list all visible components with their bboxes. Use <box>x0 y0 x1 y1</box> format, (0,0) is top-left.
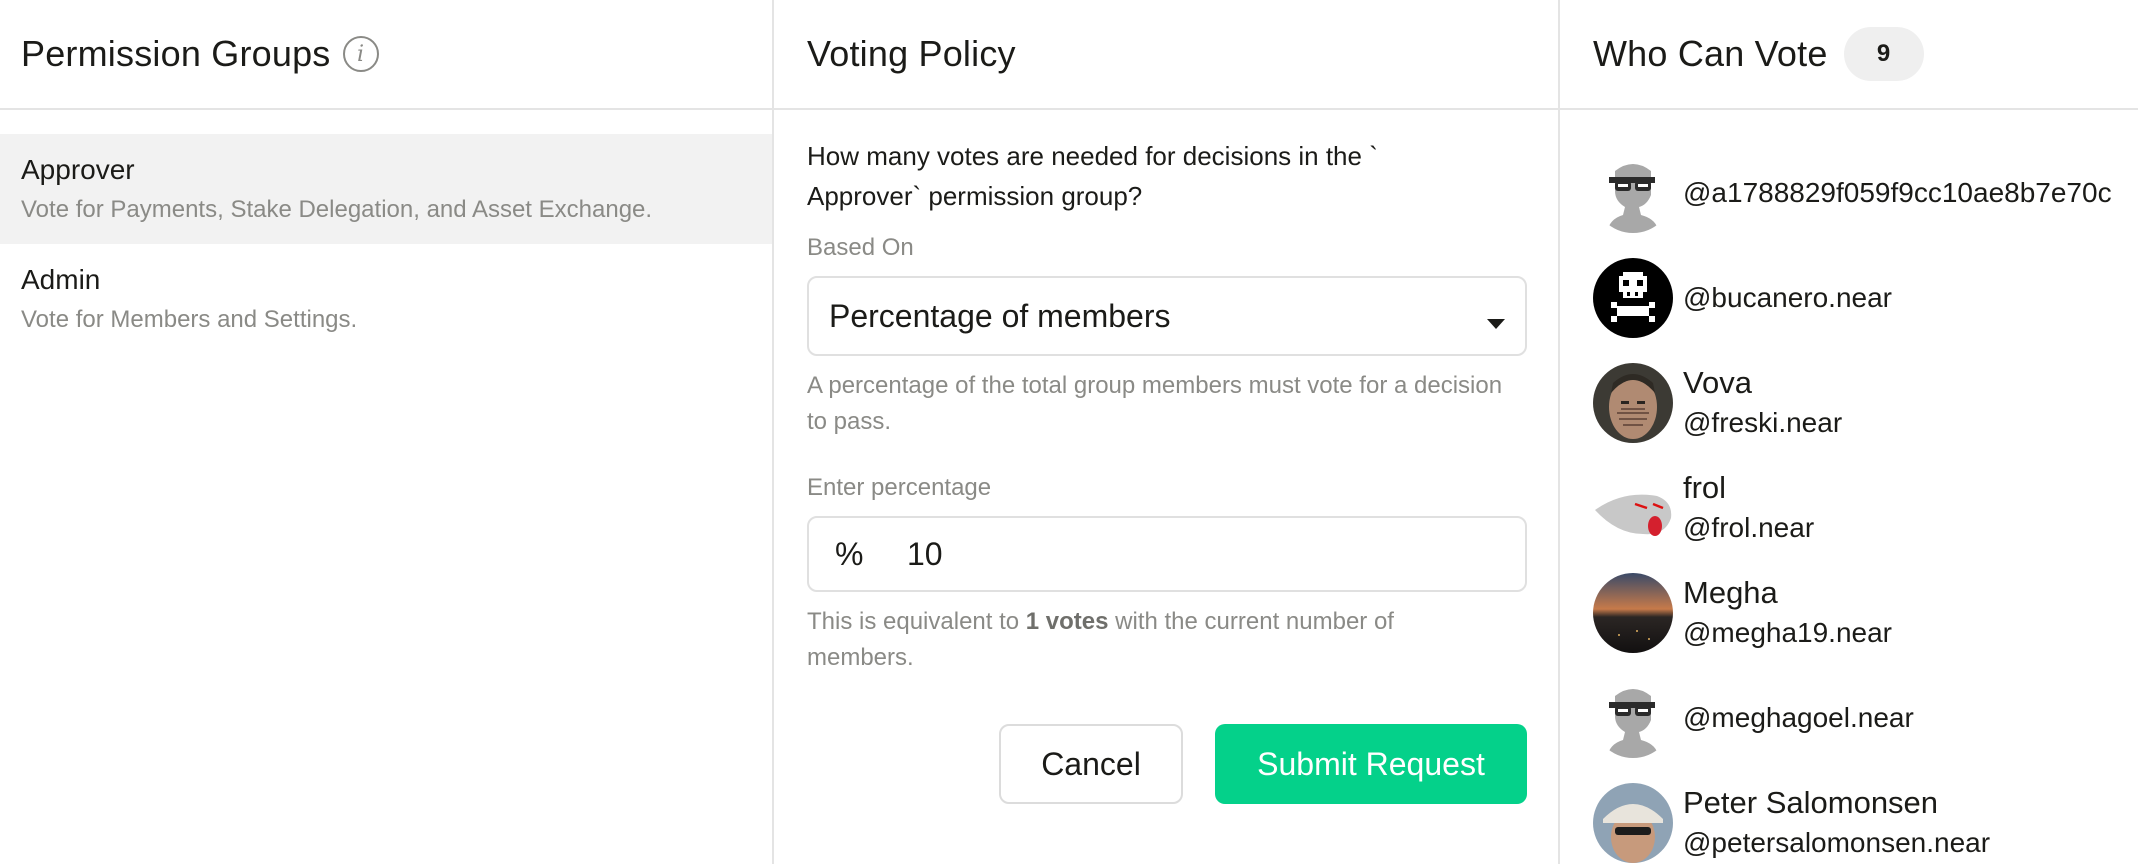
equivalent-votes-count: 1 votes <box>1025 608 1109 635</box>
voter-name: Vova <box>1683 364 1752 400</box>
percent-icon: % <box>835 535 864 572</box>
permission-group-list: Approver Vote for Payments, Stake Delega… <box>0 110 772 354</box>
voter-count-badge: 9 <box>1843 27 1924 81</box>
chevron-down-icon <box>1487 319 1505 329</box>
voting-policy-header: Voting Policy <box>774 0 1558 110</box>
ghost-tongue-avatar <box>1593 467 1673 548</box>
group-item-admin[interactable]: Admin Vote for Members and Settings. <box>0 244 772 354</box>
group-description: Vote for Payments, Stake Delegation, and… <box>21 196 653 223</box>
voter-handle: @meghagoel.near <box>1683 701 1914 733</box>
voter-handle: @a1788829f059f9cc10ae8b7e70c <box>1683 176 2112 208</box>
voter-list: @a1788829f059f9cc10ae8b7e70c @bucanero.n… <box>1560 110 2138 864</box>
voting-policy-form: How many votes are needed for decisions … <box>774 110 1558 804</box>
equivalent-votes-text: This is equivalent to 1 votes with the c… <box>807 604 1507 676</box>
voter-handle: @megha19.near <box>1683 616 1893 648</box>
sunset-photo-avatar <box>1593 572 1673 653</box>
photo-hat-avatar <box>1593 782 1673 863</box>
default-silhouette-avatar <box>1593 152 1673 233</box>
voter-item[interactable]: @a1788829f059f9cc10ae8b7e70c <box>1593 140 2138 245</box>
pixel-skull-avatar <box>1593 257 1673 338</box>
permission-groups-title: Permission Groups <box>21 33 331 74</box>
voter-item[interactable]: Peter Salomonsen @petersalomonsen.near <box>1593 770 2138 864</box>
submit-request-button[interactable]: Submit Request <box>1215 724 1527 804</box>
voter-item[interactable]: @bucanero.near <box>1593 245 2138 350</box>
voter-info: Megha @megha19.near <box>1683 573 1892 653</box>
percentage-input-group: % <box>807 516 1527 592</box>
voter-handle: @frol.near <box>1683 511 1815 543</box>
form-actions: Cancel Submit Request <box>807 724 1527 804</box>
voter-info: Peter Salomonsen @petersalomonsen.near <box>1683 783 1990 863</box>
voting-policy-panel: Voting Policy How many votes are needed … <box>774 0 1560 864</box>
voter-info: frol @frol.near <box>1683 468 1814 548</box>
based-on-select[interactable]: Percentage of members <box>807 276 1527 356</box>
photo-face-avatar <box>1593 362 1673 443</box>
percentage-input[interactable] <box>907 535 1467 573</box>
who-can-vote-panel: Who Can Vote 9 @a1788829f059f9cc10ae8b7e… <box>1560 0 2138 864</box>
group-name: Approver <box>21 154 135 185</box>
policy-question: How many votes are needed for decisions … <box>807 141 1378 211</box>
group-item-approver[interactable]: Approver Vote for Payments, Stake Delega… <box>0 134 772 244</box>
percentage-label: Enter percentage <box>807 474 992 501</box>
voter-name: Peter Salomonsen <box>1683 784 1939 820</box>
voter-handle: @freski.near <box>1683 406 1843 438</box>
voter-info: @meghagoel.near <box>1683 698 1914 738</box>
who-can-vote-title: Who Can Vote <box>1593 33 1828 74</box>
voting-policy-title: Voting Policy <box>807 33 1016 74</box>
voter-info: @bucanero.near <box>1683 278 1892 318</box>
who-can-vote-header: Who Can Vote 9 <box>1560 0 2138 110</box>
voter-item[interactable]: @meghagoel.near <box>1593 665 2138 770</box>
permission-groups-header: Permission Groups i <box>0 0 772 110</box>
voter-name: Megha <box>1683 574 1778 610</box>
permission-groups-panel: Permission Groups i Approver Vote for Pa… <box>0 0 774 864</box>
based-on-help-text: A percentage of the total group members … <box>807 372 1503 435</box>
voter-handle: @petersalomonsen.near <box>1683 826 1991 858</box>
cancel-button[interactable]: Cancel <box>999 724 1183 804</box>
based-on-label: Based On <box>807 234 914 261</box>
equivalent-prefix: This is equivalent to <box>807 608 1026 635</box>
voter-name: frol <box>1683 469 1727 505</box>
info-icon[interactable]: i <box>342 36 379 72</box>
group-name: Admin <box>21 264 101 295</box>
voter-handle: @bucanero.near <box>1683 281 1893 313</box>
group-description: Vote for Members and Settings. <box>21 306 358 333</box>
based-on-selected-value: Percentage of members <box>829 297 1171 334</box>
voter-item[interactable]: Vova @freski.near <box>1593 350 2138 455</box>
voter-info: @a1788829f059f9cc10ae8b7e70c <box>1683 173 2112 213</box>
default-silhouette-avatar <box>1593 677 1673 758</box>
voter-info: Vova @freski.near <box>1683 363 1842 443</box>
voter-item[interactable]: Megha @megha19.near <box>1593 560 2138 665</box>
voter-item[interactable]: frol @frol.near <box>1593 455 2138 560</box>
voting-settings-page: Permission Groups i Approver Vote for Pa… <box>0 0 2138 864</box>
